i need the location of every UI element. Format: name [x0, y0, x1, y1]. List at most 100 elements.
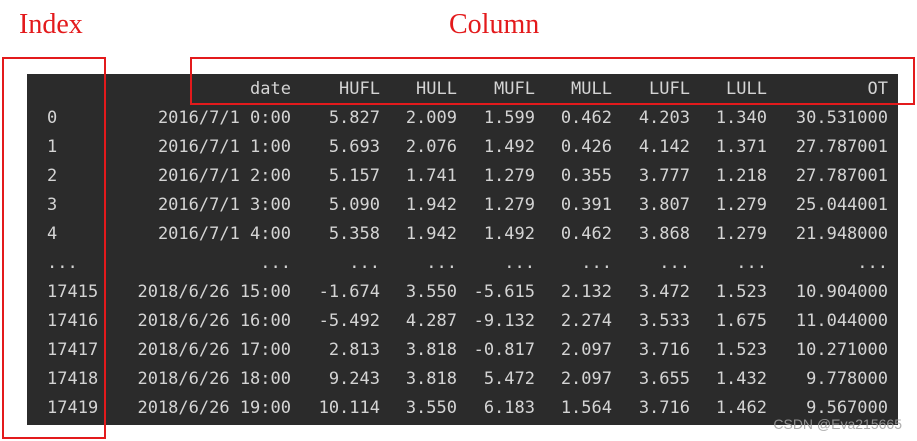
cell-date: 2018/6/26 19:00: [137, 397, 291, 418]
cell-lull: 1.675: [715, 310, 767, 331]
cell-mull: 2.132: [560, 281, 612, 302]
cell-mufl: -5.615: [473, 281, 535, 302]
cell-mufl: 1.279: [483, 194, 535, 215]
cell-mufl: 5.472: [483, 368, 535, 389]
cell-ot: 21.948000: [795, 223, 888, 244]
cell-lull: 1.279: [715, 194, 767, 215]
cell-ot: 11.044000: [795, 310, 888, 331]
table-row: ...........................: [27, 248, 888, 277]
column-annotation-label: Column: [449, 9, 540, 40]
cell-lull: 1.462: [715, 397, 767, 418]
cell-hull: 3.550: [405, 397, 457, 418]
cell-mufl: 1.492: [483, 223, 535, 244]
table-row: 17415 2018/6/26 15:00 -1.674 3.550 -5.615 2.1…: [27, 277, 888, 306]
table-row: 2 2016/7/1 2:00 5.157 1.741 1.279 0.355 3.777 1…: [27, 161, 888, 190]
cell-lufl: 4.203: [638, 107, 690, 128]
dataframe-table: date HUFL HULL MUFL MULL LUFL LULL OT 0 2016/7/1 …: [27, 74, 888, 422]
cell-date: 2016/7/1 2:00: [157, 165, 291, 186]
dataframe-output-panel: date HUFL HULL MUFL MULL LUFL LULL OT 0 2016/7/1 …: [27, 74, 898, 425]
cell-mull: 1.564: [560, 397, 612, 418]
cell-hull: 2.076: [405, 136, 457, 157]
cell-date: 2018/6/26 17:00: [137, 339, 291, 360]
table-row: 0 2016/7/1 0:00 5.827 2.009 1.599 0.462 4.203 1…: [27, 103, 888, 132]
cell-hufl: -5.492: [318, 310, 380, 331]
cell-date: 2018/6/26 15:00: [137, 281, 291, 302]
cell-lufl: 3.472: [638, 281, 690, 302]
cell-mufl: 6.183: [483, 397, 535, 418]
cell-mull: 0.391: [560, 194, 612, 215]
cell-lufl: 3.807: [638, 194, 690, 215]
table-row: 17416 2018/6/26 16:00 -5.492 4.287 -9.132 2.2…: [27, 306, 888, 335]
cell-lufl: 3.868: [638, 223, 690, 244]
table-row: 17418 2018/6/26 18:00 9.243 3.818 5.472 2.097…: [27, 364, 888, 393]
cell-ot: 27.787001: [795, 136, 888, 157]
cell-mull: 0.462: [560, 223, 612, 244]
cell-hufl: -1.674: [318, 281, 380, 302]
cell-hull: 1.942: [405, 223, 457, 244]
cell-lull: 1.523: [715, 281, 767, 302]
cell-lull: ...: [736, 252, 767, 273]
cell-ot: 10.271000: [795, 339, 888, 360]
table-row: 3 2016/7/1 3:00 5.090 1.942 1.279 0.391 3.807 1…: [27, 190, 888, 219]
cell-hufl: 5.827: [328, 107, 380, 128]
cell-hufl: 10.114: [318, 397, 380, 418]
cell-date: 2018/6/26 16:00: [137, 310, 291, 331]
cell-hull: 2.009: [405, 107, 457, 128]
watermark: CSDN @Eva215665: [773, 416, 902, 432]
table-row: 1 2016/7/1 1:00 5.693 2.076 1.492 0.426 4.142 1…: [27, 132, 888, 161]
cell-ot: ...: [857, 252, 888, 273]
cell-lufl: 4.142: [638, 136, 690, 157]
cell-hufl: 5.090: [328, 194, 380, 215]
cell-mufl: 1.492: [483, 136, 535, 157]
cell-hull: 1.942: [405, 194, 457, 215]
cell-ot: 10.904000: [795, 281, 888, 302]
cell-lull: 1.371: [715, 136, 767, 157]
cell-mull: 2.097: [560, 339, 612, 360]
table-row: 17419 2018/6/26 19:00 10.114 3.550 6.183 1.56…: [27, 393, 888, 422]
cell-mufl: -9.132: [473, 310, 535, 331]
cell-hufl: 5.693: [328, 136, 380, 157]
cell-ot: 9.778000: [806, 368, 888, 389]
cell-date: ...: [260, 252, 291, 273]
cell-date: 2018/6/26 18:00: [137, 368, 291, 389]
cell-mull: 2.274: [560, 310, 612, 331]
table-row: 4 2016/7/1 4:00 5.358 1.942 1.492 0.462 3.868 1…: [27, 219, 888, 248]
cell-mufl: 1.279: [483, 165, 535, 186]
cell-date: 2016/7/1 4:00: [157, 223, 291, 244]
cell-lull: 1.279: [715, 223, 767, 244]
cell-lufl: 3.716: [638, 339, 690, 360]
cell-ot: 30.531000: [795, 107, 888, 128]
cell-hufl: 5.358: [328, 223, 380, 244]
cell-lufl: 3.533: [638, 310, 690, 331]
cell-hull: 1.741: [405, 165, 457, 186]
cell-mufl: -0.817: [473, 339, 535, 360]
cell-lull: 1.218: [715, 165, 767, 186]
cell-hull: 3.818: [405, 339, 457, 360]
cell-lufl: 3.777: [638, 165, 690, 186]
cell-hufl: 9.243: [328, 368, 380, 389]
cell-mull: ...: [581, 252, 612, 273]
index-annotation-label: Index: [19, 9, 83, 40]
index-highlight-box: [2, 57, 106, 439]
cell-mull: 0.355: [560, 165, 612, 186]
column-highlight-box: [190, 57, 915, 105]
cell-hull: ...: [426, 252, 457, 273]
cell-lull: 1.523: [715, 339, 767, 360]
cell-lufl: 3.716: [638, 397, 690, 418]
cell-mull: 0.462: [560, 107, 612, 128]
cell-date: 2016/7/1 0:00: [157, 107, 291, 128]
cell-lull: 1.340: [715, 107, 767, 128]
cell-mufl: 1.599: [483, 107, 535, 128]
cell-lufl: ...: [659, 252, 690, 273]
cell-ot: 27.787001: [795, 165, 888, 186]
table-row: 17417 2018/6/26 17:00 2.813 3.818 -0.817 2.09…: [27, 335, 888, 364]
cell-hull: 3.818: [405, 368, 457, 389]
cell-date: 2016/7/1 1:00: [157, 136, 291, 157]
cell-hull: 3.550: [405, 281, 457, 302]
cell-mull: 2.097: [560, 368, 612, 389]
cell-date: 2016/7/1 3:00: [157, 194, 291, 215]
cell-ot: 25.044001: [795, 194, 888, 215]
cell-lufl: 3.655: [638, 368, 690, 389]
cell-hufl: 5.157: [328, 165, 380, 186]
cell-lull: 1.432: [715, 368, 767, 389]
